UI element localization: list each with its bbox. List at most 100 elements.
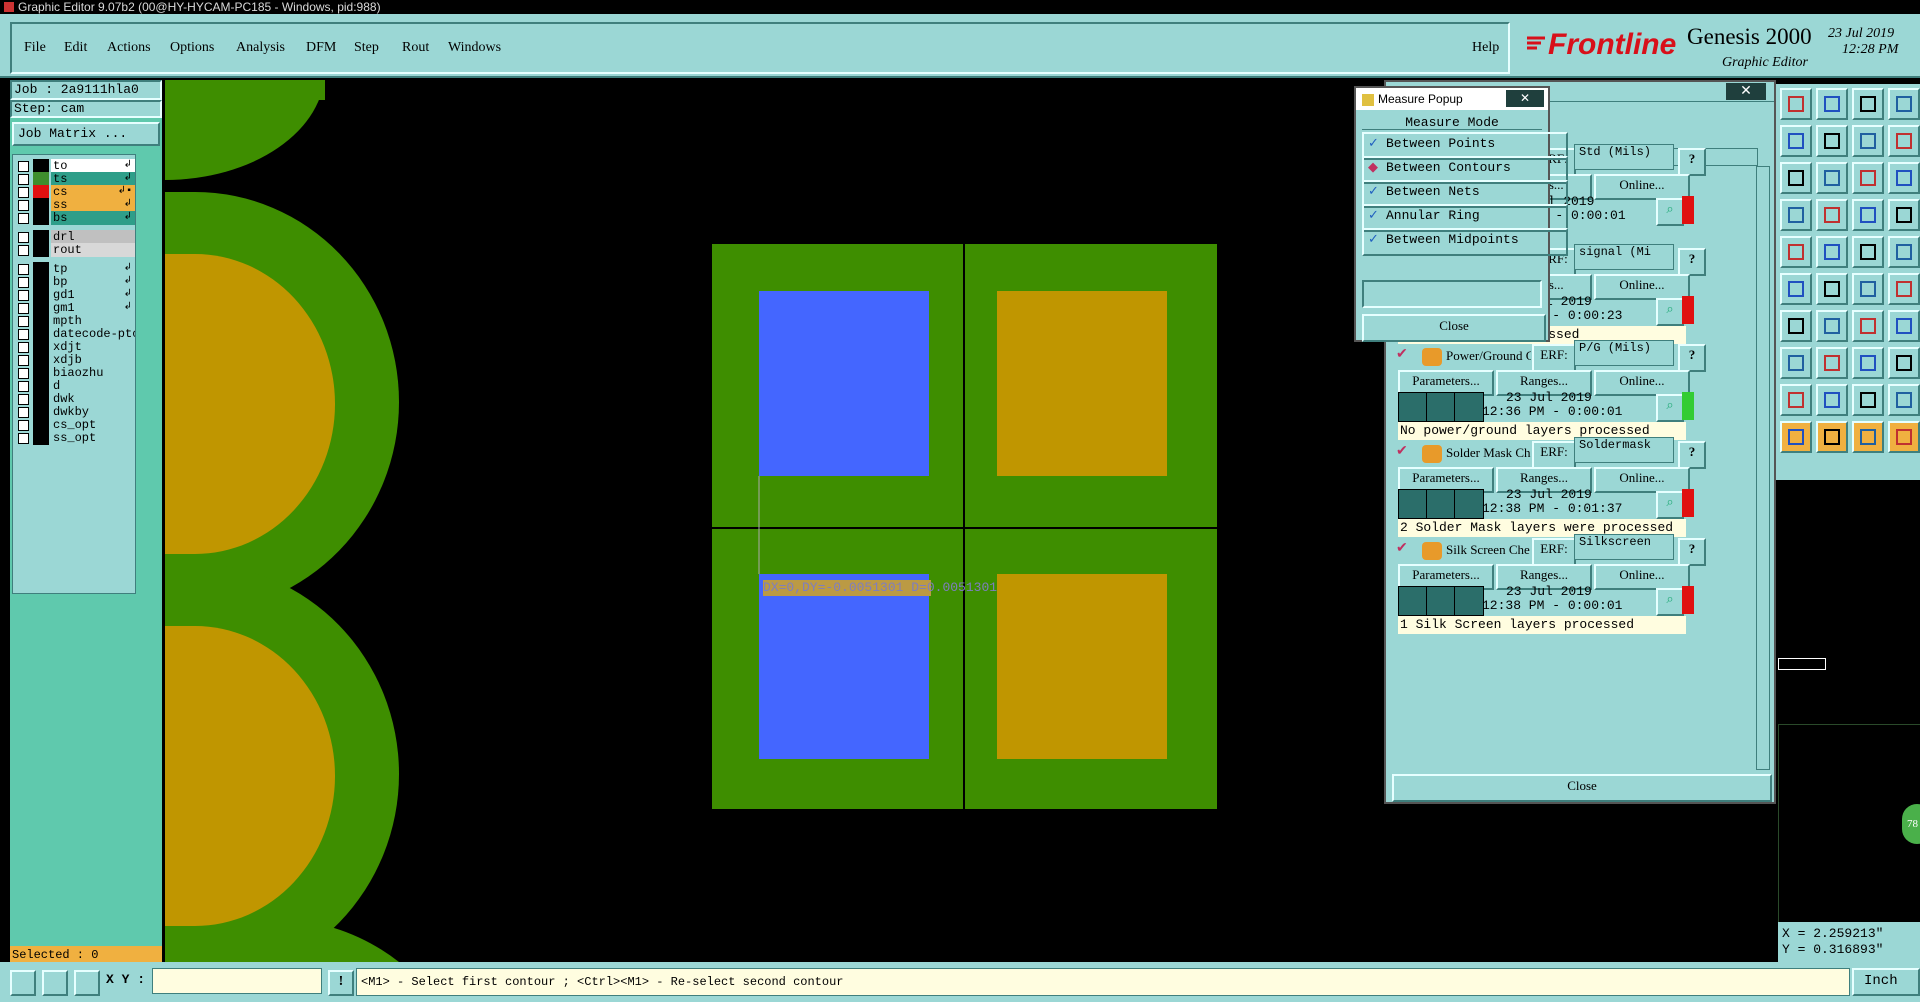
layer-row-datecode-ptc[interactable]: datecode-ptc xyxy=(15,327,135,341)
run-icon[interactable] xyxy=(1454,586,1484,616)
arc-tool-icon[interactable] xyxy=(1888,162,1920,194)
layer-checkbox[interactable] xyxy=(18,290,29,301)
copy-tool-icon[interactable] xyxy=(1888,125,1920,157)
help-button[interactable]: ? xyxy=(1678,248,1706,276)
layer-row-dwk[interactable]: dwk xyxy=(15,392,135,406)
checklist-close-button[interactable]: Close xyxy=(1392,774,1772,802)
layer-checkbox[interactable] xyxy=(18,303,29,314)
menu-actions[interactable]: Actions xyxy=(107,40,151,56)
select-tool-icon[interactable] xyxy=(1816,236,1848,268)
measure-mode-between-midpoints[interactable]: ✓ Between Midpoints xyxy=(1362,228,1568,256)
add-tool-icon[interactable] xyxy=(1780,273,1812,305)
text-tool-icon[interactable] xyxy=(1816,162,1848,194)
check-enabled-icon[interactable]: ✔ xyxy=(1396,540,1408,557)
xy-input[interactable] xyxy=(152,968,322,994)
online-button[interactable]: Online... xyxy=(1594,274,1690,300)
tool-tool-icon[interactable] xyxy=(1780,421,1812,453)
layer-checkbox[interactable] xyxy=(18,316,29,327)
cut-tool-icon[interactable] xyxy=(1816,273,1848,305)
run-icon[interactable] xyxy=(1426,392,1456,422)
resize-tool-icon[interactable] xyxy=(1780,199,1812,231)
erf-value[interactable]: P/G (Mils) xyxy=(1574,340,1674,366)
layer-name[interactable]: drl xyxy=(51,230,135,244)
help-button[interactable]: ? xyxy=(1678,538,1706,566)
save-tool-icon[interactable] xyxy=(1852,88,1884,120)
layer-row-cs_opt[interactable]: cs_opt xyxy=(15,418,135,432)
layer-name[interactable]: d xyxy=(51,379,135,393)
zoom-results-icon[interactable]: ⌕ xyxy=(1656,198,1684,226)
job-matrix-button[interactable]: Job Matrix ... xyxy=(12,122,160,146)
run-icon[interactable] xyxy=(1398,392,1428,422)
erf-button[interactable]: ERF: xyxy=(1532,538,1576,566)
layer-name[interactable]: ss_opt xyxy=(51,431,135,445)
units-selector[interactable]: Inch xyxy=(1852,968,1920,996)
grid-tool-icon[interactable] xyxy=(1888,199,1920,231)
run-icon[interactable] xyxy=(1398,489,1428,519)
rotate-tool-icon[interactable] xyxy=(1816,125,1848,157)
move-tool-icon[interactable] xyxy=(1780,125,1812,157)
run-icon[interactable] xyxy=(1426,489,1456,519)
layer-name[interactable]: ss xyxy=(51,198,135,212)
run-icon[interactable] xyxy=(1454,392,1484,422)
layer-name[interactable]: to xyxy=(51,159,135,173)
help-button[interactable]: ? xyxy=(1678,148,1706,176)
layer-checkbox[interactable] xyxy=(18,420,29,431)
layer-name[interactable]: bs xyxy=(51,211,135,225)
layer-checkbox[interactable] xyxy=(18,187,29,198)
lines-tool-icon[interactable] xyxy=(1888,88,1920,120)
layer-checkbox[interactable] xyxy=(18,355,29,366)
measure-close-button[interactable]: Close xyxy=(1362,314,1546,342)
open-tool-icon[interactable] xyxy=(1816,88,1848,120)
run-icon[interactable] xyxy=(1454,489,1484,519)
alert-icon[interactable]: ! xyxy=(328,970,354,996)
layer-row-drl[interactable]: drl xyxy=(15,230,135,244)
layer-checkbox[interactable] xyxy=(18,342,29,353)
erf-button[interactable]: ERF: xyxy=(1532,441,1576,469)
layer-row-gd1[interactable]: gd1 ↲ xyxy=(15,288,135,302)
help-button[interactable]: ? xyxy=(1678,344,1706,372)
online-button[interactable]: Online... xyxy=(1594,467,1690,493)
layer-name[interactable]: rout xyxy=(51,243,135,257)
scale-tool-icon[interactable] xyxy=(1852,125,1884,157)
flip-tool-icon[interactable] xyxy=(1816,199,1848,231)
layer-name[interactable]: datecode-ptc xyxy=(51,327,135,341)
menu-file[interactable]: File xyxy=(24,40,46,56)
layer-checkbox[interactable] xyxy=(18,329,29,340)
checklist-scrollbar[interactable] xyxy=(1756,166,1770,770)
menu-help[interactable]: Help xyxy=(1472,40,1499,56)
sel-edit-tool-icon[interactable] xyxy=(1852,347,1884,379)
erf-value[interactable]: Std (Mils) xyxy=(1574,144,1674,170)
layer-checkbox[interactable] xyxy=(18,407,29,418)
tool-tool-icon[interactable] xyxy=(1888,421,1920,453)
edit-tool-icon[interactable] xyxy=(1888,236,1920,268)
home-tool-icon[interactable] xyxy=(1780,88,1812,120)
menu-windows[interactable]: Windows xyxy=(448,40,501,56)
help-button[interactable]: ? xyxy=(1678,441,1706,469)
run-icon[interactable] xyxy=(1398,586,1428,616)
menu-step[interactable]: Step xyxy=(354,40,379,56)
measure-icon[interactable] xyxy=(42,970,68,996)
layer-row-xdjb[interactable]: xdjb xyxy=(15,353,135,367)
layer-name[interactable]: xdjb xyxy=(51,353,135,367)
drill-tool-icon[interactable] xyxy=(1888,310,1920,342)
pad-tool-icon[interactable] xyxy=(1852,162,1884,194)
layer-checkbox[interactable] xyxy=(18,264,29,275)
tool-tool-icon[interactable] xyxy=(1816,384,1848,416)
route-tool-icon[interactable] xyxy=(1816,310,1848,342)
layer-checkbox[interactable] xyxy=(18,232,29,243)
layer-row-tp[interactable]: tp ↲ xyxy=(15,262,135,276)
layer-name[interactable]: ts xyxy=(51,172,135,186)
online-button[interactable]: Online... xyxy=(1594,370,1690,396)
zoom-tool-icon[interactable] xyxy=(1852,199,1884,231)
layer-name[interactable]: biaozhu xyxy=(51,366,135,380)
measure-tool-icon[interactable] xyxy=(1780,310,1812,342)
check-enabled-icon[interactable]: ✔ xyxy=(1396,443,1408,460)
layer-row-biaozhu[interactable]: biaozhu xyxy=(15,366,135,380)
grid-icon[interactable] xyxy=(74,970,100,996)
layer-checkbox[interactable] xyxy=(18,245,29,256)
mirror-tool-icon[interactable] xyxy=(1780,162,1812,194)
zoom-results-icon[interactable]: ⌕ xyxy=(1656,298,1684,326)
erf-button[interactable]: ERF: xyxy=(1532,344,1576,372)
zoom-results-icon[interactable]: ⌕ xyxy=(1656,394,1684,422)
layer-checkbox[interactable] xyxy=(18,277,29,288)
